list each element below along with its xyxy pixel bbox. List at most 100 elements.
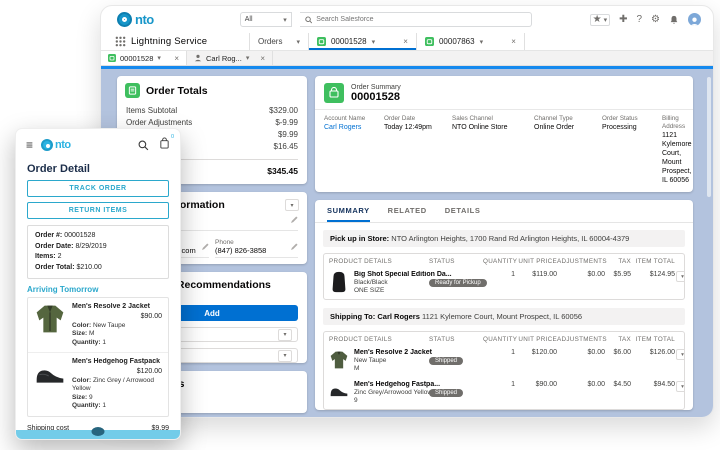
subtab-contact[interactable]: Carl Rog... ▾ × <box>187 51 273 65</box>
close-tab-icon[interactable]: × <box>403 37 408 46</box>
search-icon <box>305 16 312 23</box>
table-row: Men's Resolve 2 Jacket New Taupe M Shipp… <box>324 345 684 377</box>
tab-details[interactable]: DETAILS <box>445 206 481 222</box>
row-actions-button[interactable]: ▾ <box>676 349 684 360</box>
right-column: Order Summary 00001528 Account Name Carl … <box>315 76 693 417</box>
mobile-order-detail-overlay: ≡ nto 0 Order Detail TRACK ORDER RETURN … <box>15 128 181 440</box>
status-badge: Shipped <box>429 389 464 397</box>
chevron-down-icon: ▾ <box>278 349 292 362</box>
order-detail-card: SUMMARY RELATED DETAILS Pick up in Store… <box>315 200 693 410</box>
product-image-backpack <box>332 271 346 293</box>
tab-summary[interactable]: SUMMARY <box>327 206 370 222</box>
nto-logo-icon <box>117 12 132 27</box>
favorites-button[interactable]: ★ ▾ <box>589 13 611 26</box>
close-tab-icon[interactable]: × <box>511 37 516 46</box>
global-search[interactable] <box>299 12 532 27</box>
close-tab-icon[interactable]: × <box>174 54 179 63</box>
table-header: PRODUCT DETAILS STATUS QUANTITY UNIT PRIC… <box>329 258 675 265</box>
nto-logo-icon <box>41 139 54 151</box>
console-content: Order Totals Items Subtotal $329.00 Order… <box>101 69 713 417</box>
track-order-button[interactable]: TRACK ORDER <box>27 180 169 197</box>
chevron-down-icon: ▾ <box>278 328 292 341</box>
mobile-items-list: Men's Resolve 2 Jacket $90.00 Color: New… <box>27 297 169 417</box>
field-channel-type: Channel Type Online Order <box>534 115 575 131</box>
order-totals-title: Order Totals <box>146 84 208 97</box>
app-launcher-waffle-icon[interactable] <box>115 36 126 47</box>
table-header: PRODUCT DETAILS STATUS QUANTITY UNIT PRIC… <box>329 336 675 343</box>
account-link[interactable]: Carl Rogers <box>324 123 378 132</box>
order-summary-highlights: Order Summary 00001528 Account Name Carl … <box>315 76 693 192</box>
close-tab-icon[interactable]: × <box>260 54 265 63</box>
subtab-order-summary[interactable]: 00001528 ▾ × <box>101 51 187 65</box>
header-utility-icons: ★ ▾ ✚ ? ⚙ <box>589 13 701 26</box>
search-input[interactable] <box>316 16 526 23</box>
app-name[interactable]: Lightning Service <box>101 33 249 50</box>
bag-count-badge: 0 <box>170 134 174 140</box>
order-summary-icon <box>324 83 344 103</box>
field-order-date: Order Date Today 12:49pm <box>384 115 432 131</box>
edit-pencil-icon[interactable] <box>291 237 298 255</box>
object-tab-orders[interactable]: Orders ▾ <box>249 33 309 50</box>
order-info-box: Order #: 00001528 Order Date: 8/29/2019 … <box>27 225 169 279</box>
chevron-down-icon: ▾ <box>479 38 484 46</box>
shopping-bag-button[interactable]: 0 <box>159 134 174 154</box>
chevron-down-icon: ▾ <box>296 38 300 46</box>
list-item: Men's Resolve 2 Jacket $90.00 Color: New… <box>28 298 168 352</box>
mobile-nto-logo: nto <box>41 139 71 151</box>
search-scope-select[interactable]: All ▾ <box>239 12 292 27</box>
order-record-icon <box>424 37 434 46</box>
edit-pencil-icon[interactable] <box>202 237 209 255</box>
tab-related[interactable]: RELATED <box>388 206 427 222</box>
chevron-down-icon: ▾ <box>371 38 376 46</box>
arriving-tomorrow-label: Arriving Tomorrow <box>27 285 99 294</box>
chevron-down-icon: ▾ <box>283 16 287 24</box>
pickup-products-table: PRODUCT DETAILS STATUS QUANTITY UNIT PRIC… <box>323 253 685 300</box>
return-items-button[interactable]: RETURN ITEMS <box>27 202 169 219</box>
contact-phone-field[interactable]: Phone (847) 826-3858 <box>215 239 298 258</box>
mobile-page-title: Order Detail <box>27 163 90 175</box>
search-icon[interactable] <box>138 140 149 151</box>
scrollbar[interactable] <box>707 77 711 197</box>
favorites-caret-icon: ▾ <box>603 16 608 24</box>
table-row: Big Shot Special Edition Da... Black/Bla… <box>324 267 684 299</box>
field-billing-address: Billing Address 1121 Kylemore Court, Moun… <box>662 115 692 184</box>
order-summary-icon <box>108 54 116 62</box>
list-item: Men's Hedgehog Fastpack N... $120.00 Col… <box>28 352 168 416</box>
notifications-bell-icon[interactable] <box>669 15 679 25</box>
order-record-icon <box>316 37 326 46</box>
field-account-name: Account Name Carl Rogers <box>324 115 378 185</box>
nto-logo-text: nto <box>135 12 154 27</box>
subtab-bar: 00001528 ▾ × Carl Rog... ▾ × <box>101 51 713 66</box>
edit-pencil-icon[interactable] <box>291 210 298 228</box>
workspace-tab-order-2[interactable]: 00007863 ▾ × <box>417 33 525 50</box>
navigation-bar: Lightning Service Orders ▾ 00001528 ▾ × … <box>101 33 713 51</box>
order-totals-icon <box>125 83 140 98</box>
setup-gear-icon[interactable]: ⚙ <box>651 14 660 25</box>
status-badge: Shipped <box>429 357 464 365</box>
favorites-star-icon: ★ <box>592 13 602 25</box>
highlights-fields: Account Name Carl Rogers Order Date Today … <box>315 110 693 192</box>
shipping-products-table: PRODUCT DETAILS STATUS QUANTITY UNIT PRIC… <box>323 331 685 410</box>
add-icon[interactable]: ✚ <box>619 14 627 25</box>
shipping-group-header: Shipping To: Carl Rogers 1121 Kylemore C… <box>323 308 685 325</box>
shopping-bag-icon <box>160 137 169 149</box>
help-icon[interactable]: ? <box>636 14 642 25</box>
mobile-header: ≡ nto 0 <box>16 129 180 159</box>
product-image-shoe <box>36 370 64 383</box>
page: nto All ▾ ★ ▾ ✚ ? ⚙ <box>0 0 720 450</box>
totals-row: Items Subtotal $329.00 <box>126 106 298 115</box>
table-row: Men's Hedgehog Fastpa... Zinc Grey/Arrow… <box>324 377 684 409</box>
user-avatar[interactable] <box>688 13 701 26</box>
global-header: nto All ▾ ★ ▾ ✚ ? ⚙ <box>101 6 713 33</box>
status-badge: Ready for Pickup <box>429 279 487 287</box>
field-sales-channel: Sales Channel NTO Online Store <box>452 115 508 131</box>
footer-notch <box>91 427 105 436</box>
record-type-label: Order Summary <box>351 83 401 91</box>
pickup-group-header: Pick up in Store: NTO Arlington Heights,… <box>323 230 685 247</box>
chevron-down-icon: ▾ <box>157 55 161 62</box>
record-number: 00001528 <box>351 90 400 103</box>
row-actions-button[interactable]: ▾ <box>676 271 684 282</box>
workspace-tab-order[interactable]: 00001528 ▾ × <box>308 33 417 50</box>
row-actions-button[interactable]: ▾ <box>676 381 684 392</box>
hamburger-menu-icon[interactable]: ≡ <box>26 139 33 151</box>
